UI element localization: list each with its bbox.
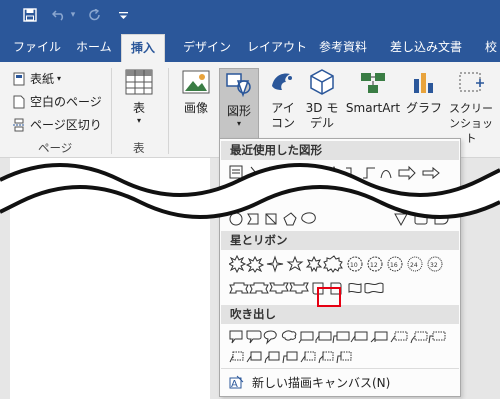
chart-label: グラフ [406,101,443,115]
cube-icon [306,66,338,98]
gallery-divider [221,368,459,369]
smartart-label: SmartArt [345,101,401,115]
new-drawing-canvas-item[interactable]: A 新しい描画キャンバス(N) [222,371,458,393]
blank-page-icon [12,95,26,109]
undo-icon[interactable] [50,6,68,24]
customize-qat-icon[interactable] [116,6,130,24]
callouts-header: 吹き出し [221,305,459,324]
wave-break-decoration [0,163,500,219]
picture-label: 画像 [183,101,208,115]
shapes-icon [223,69,255,101]
callouts-row-2[interactable] [229,348,459,366]
callouts-row-1[interactable] [229,328,459,346]
group-divider [111,68,112,154]
group-divider [168,68,169,154]
3d-models-label: 3D モデル [305,101,339,130]
stars-row-1[interactable]: 10 12 16 24 32 [229,255,459,273]
stars-row-2[interactable] [229,279,459,297]
tab-mailings[interactable]: 差し込み文書 [390,34,462,62]
page-break-button[interactable]: ページ区切り [12,116,102,134]
table-button[interactable]: 表 ▾ [119,66,159,126]
selected-shape-highlight[interactable] [317,287,341,307]
chevron-down-icon: ▾ [236,119,241,128]
drawing-canvas-icon: A [228,374,244,390]
svg-text:24: 24 [410,262,418,269]
title-bar: ▾ [0,0,500,30]
undo-dropdown-icon[interactable]: ▾ [68,6,78,24]
table-group-label: 表 [133,141,145,155]
icons-icon [267,66,299,98]
svg-text:32: 32 [430,262,438,269]
redo-icon[interactable] [86,6,104,24]
tab-references[interactable]: 参考資料 [319,34,367,62]
cover-page-icon [12,72,26,86]
tab-design[interactable]: デザイン [183,34,231,62]
tab-home[interactable]: ホーム [76,34,112,62]
chart-button[interactable]: グラフ [406,66,443,116]
blank-page-button[interactable]: 空白のページ [12,93,102,111]
tab-layout[interactable]: レイアウト [247,34,307,62]
screenshot-button[interactable]: スクリーンショット [444,66,498,146]
svg-text:16: 16 [390,262,398,269]
cover-page-label: 表紙 [30,72,55,86]
table-icon [123,66,155,98]
cover-page-button[interactable]: 表紙 ▾ [12,70,61,88]
svg-text:A: A [231,379,238,390]
page-break-label: ページ区切り [30,118,102,132]
smartart-icon [357,66,389,98]
chevron-down-icon: ▾ [57,74,62,83]
shapes-label: 図形 [226,104,251,118]
3d-models-button[interactable]: 3D モデル [302,66,342,131]
chart-icon [408,66,440,98]
blank-page-label: 空白のページ [30,95,102,109]
table-label: 表 [132,101,145,115]
smartart-button[interactable]: SmartArt [344,66,402,116]
icons-button[interactable]: アイコン [264,66,302,131]
shapes-button[interactable]: 図形 ▾ [219,68,259,142]
screenshot-icon [455,66,487,98]
svg-text:10: 10 [350,262,358,269]
stars-and-banners-header: 星とリボン [221,231,459,250]
page-break-icon [12,118,26,132]
icons-label: アイコン [270,101,295,130]
picture-icon [180,66,212,98]
pages-group-label: ページ [38,141,73,155]
chevron-down-icon: ▾ [136,116,141,125]
tab-file[interactable]: ファイル [13,34,61,62]
picture-button[interactable]: 画像 [178,66,214,116]
new-drawing-canvas-label: 新しい描画キャンバス(N) [252,375,391,390]
save-icon[interactable] [20,6,40,24]
tab-insert[interactable]: 挿入 [121,34,166,62]
ribbon-tabs: ファイル ホーム 挿入 デザイン レイアウト 参考資料 差し込み文書 校 [0,30,500,62]
tab-review[interactable]: 校 [485,34,497,62]
svg-text:12: 12 [370,262,378,269]
